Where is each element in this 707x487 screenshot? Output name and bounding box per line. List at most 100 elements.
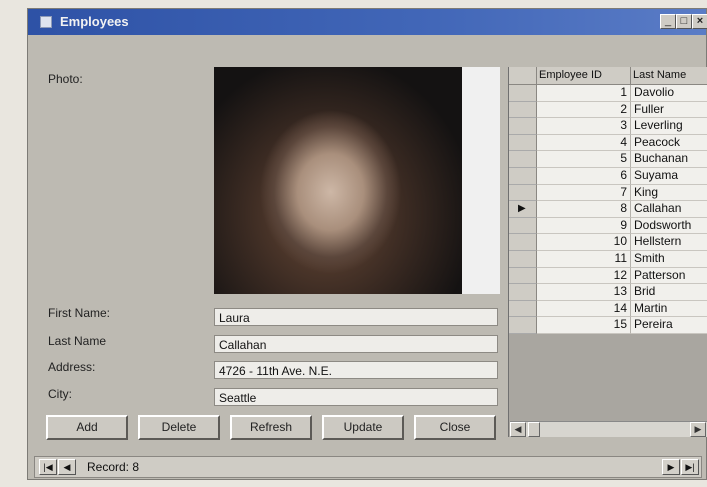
row-selector[interactable] [509,85,537,102]
table-row[interactable]: 4 Peacock [509,134,707,152]
minimize-button[interactable]: _ [660,14,676,29]
table-row[interactable]: 3 Leverling [509,118,707,135]
previous-record-button[interactable]: ◀ [58,459,76,475]
maximize-button[interactable]: □ [676,14,692,29]
cell-last-name[interactable]: Suyama [631,167,707,185]
row-selector[interactable] [509,118,537,135]
last-record-button[interactable]: ▶| [681,459,699,475]
address-label: Address: [48,360,96,374]
record-caption: Record: 8 [87,460,140,474]
table-row[interactable]: 7 King [509,184,707,202]
next-record-button[interactable]: ▶ [662,459,680,475]
row-selector[interactable] [509,151,537,168]
row-selector[interactable] [509,184,537,202]
cell-employee-id[interactable]: 13 [537,284,631,301]
cell-employee-id[interactable]: 4 [537,134,631,152]
record-navigator: |◀ ◀ Record: 8 ▶ ▶| [34,456,702,478]
cell-last-name[interactable]: Martin [631,300,707,318]
cell-last-name[interactable]: Buchanan [631,151,707,168]
first-record-icon: |◀ [43,462,53,472]
table-row[interactable]: 12 Patterson [509,267,707,285]
cell-last-name[interactable]: Brid [631,284,707,301]
cell-employee-id[interactable]: 15 [537,317,631,334]
close-window-button[interactable]: × [692,14,707,29]
photo-frame-side [462,67,500,294]
cell-employee-id[interactable]: 14 [537,300,631,318]
table-row[interactable]: 11 Smith [509,250,707,268]
table-row[interactable]: 2 Fuller [509,101,707,119]
cell-employee-id[interactable]: 5 [537,151,631,168]
table-row[interactable]: 1 Davolio [509,85,707,102]
delete-button[interactable]: Delete [138,415,220,440]
column-header-employee-id[interactable]: Employee ID [537,67,631,85]
table-row[interactable]: 9 Dodsworth [509,217,707,235]
grid-corner [509,67,537,85]
close-button[interactable]: Close [414,415,496,440]
row-selector[interactable] [509,300,537,318]
address-field[interactable]: 4726 - 11th Ave. N.E. [214,361,498,379]
window-title: Employees [60,14,129,29]
cell-employee-id[interactable]: 11 [537,250,631,268]
cell-last-name[interactable]: King [631,184,707,202]
title-bar[interactable]: Employees _ □ × [28,9,707,35]
row-selector[interactable]: ▶ [509,201,537,218]
row-selector[interactable] [509,234,537,251]
grid-horizontal-scrollbar[interactable]: ◀ ▶ [510,421,707,437]
row-selector[interactable] [509,167,537,185]
cell-employee-id[interactable]: 10 [537,234,631,251]
row-selector[interactable] [509,134,537,152]
grid-header: Employee ID Last Name [509,67,707,85]
table-row[interactable]: 6 Suyama [509,167,707,185]
table-row[interactable]: ▶ 8 Callahan [509,201,707,218]
close-icon: × [696,15,704,27]
employees-window: Employees _ □ × Photo: First Name: Laura… [27,8,707,480]
cell-last-name[interactable]: Dodsworth [631,217,707,235]
scroll-right-button[interactable]: ▶ [690,422,706,437]
cell-last-name[interactable]: Peacock [631,134,707,152]
table-row[interactable]: 15 Pereira [509,317,707,334]
current-row-arrow-icon: ▶ [518,203,526,215]
row-selector[interactable] [509,217,537,235]
last-name-label: Last Name [48,334,107,348]
row-selector[interactable] [509,267,537,285]
cell-employee-id[interactable]: 3 [537,118,631,135]
table-row[interactable]: 5 Buchanan [509,151,707,168]
cell-last-name[interactable]: Fuller [631,101,707,119]
cell-last-name[interactable]: Hellstern [631,234,707,251]
cell-last-name[interactable]: Pereira [631,317,707,334]
scroll-left-button[interactable]: ◀ [510,422,526,437]
table-row[interactable]: 10 Hellstern [509,234,707,251]
first-name-label: First Name: [48,306,111,320]
cell-employee-id[interactable]: 6 [537,167,631,185]
cell-employee-id[interactable]: 2 [537,101,631,119]
cell-last-name[interactable]: Callahan [631,201,707,218]
first-record-button[interactable]: |◀ [39,459,57,475]
cell-last-name[interactable]: Patterson [631,267,707,285]
update-button[interactable]: Update [322,415,404,440]
table-row[interactable]: 14 Martin [509,300,707,318]
last-record-icon: ▶| [685,462,695,472]
city-field[interactable]: Seattle [214,388,498,406]
row-selector[interactable] [509,101,537,119]
cell-last-name[interactable]: Leverling [631,118,707,135]
last-name-field[interactable]: Callahan [214,335,498,353]
cell-last-name[interactable]: Smith [631,250,707,268]
column-header-last-name[interactable]: Last Name [631,67,707,85]
row-selector[interactable] [509,250,537,268]
add-button[interactable]: Add [46,415,128,440]
cell-employee-id[interactable]: 1 [537,85,631,102]
city-label: City: [48,387,72,401]
grid-rows: 1 Davolio 2 Fuller 3 Leverling 4 Peacock 5 Buchan… [509,85,707,334]
row-selector[interactable] [509,284,537,301]
cell-employee-id[interactable]: 9 [537,217,631,235]
employee-grid: Employee ID Last Name 1 Davolio 2 Fuller 3 Le… [508,67,707,437]
refresh-button[interactable]: Refresh [230,415,312,440]
row-selector[interactable] [509,317,537,334]
cell-last-name[interactable]: Davolio [631,85,707,102]
cell-employee-id[interactable]: 12 [537,267,631,285]
cell-employee-id[interactable]: 8 [537,201,631,218]
scroll-thumb[interactable] [528,422,540,437]
first-name-field[interactable]: Laura [214,308,498,326]
cell-employee-id[interactable]: 7 [537,184,631,202]
table-row[interactable]: 13 Brid [509,284,707,301]
